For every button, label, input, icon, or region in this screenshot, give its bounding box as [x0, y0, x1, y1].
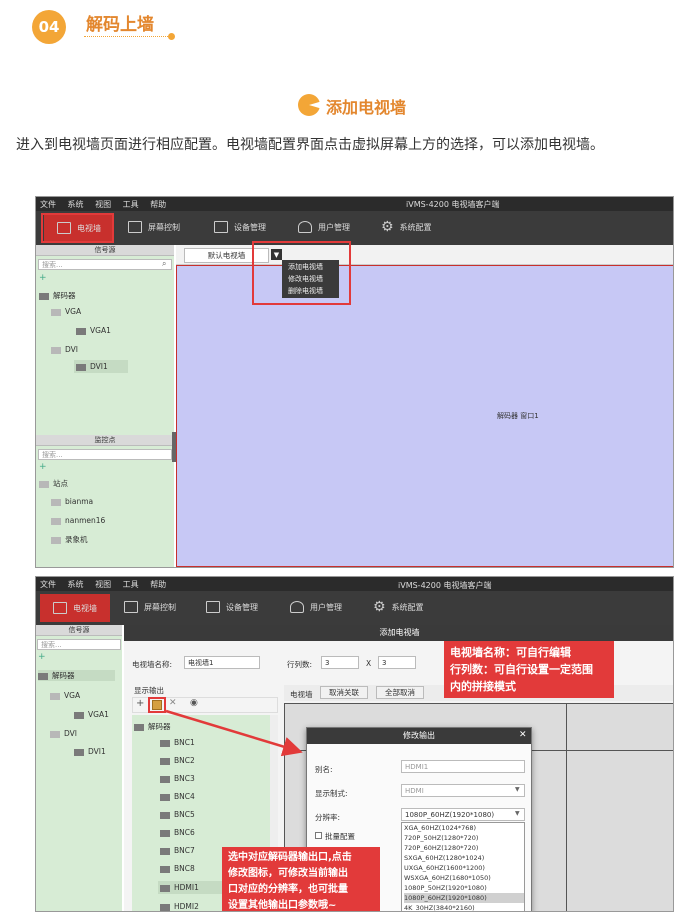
tree-item-bianma[interactable]: bianma	[51, 497, 93, 506]
add-icon[interactable]: +	[39, 462, 47, 472]
screenshot-add-tv-wall: 文件 系统 视图 工具 帮助 iVMS-4200 电视墙客户端 电视墙 屏幕控制…	[35, 576, 674, 912]
tree-label: bianma	[65, 497, 94, 506]
tree-item-dvi[interactable]: DVI	[51, 345, 78, 354]
tree-item-vga1[interactable]: VGA1	[76, 326, 111, 335]
annotation-arrow	[165, 709, 303, 757]
tree-item-recorder[interactable]: 录象机	[51, 534, 88, 545]
folder-icon	[51, 517, 61, 525]
device-icon	[214, 221, 228, 233]
decoder-icon	[39, 292, 49, 300]
output-icon	[76, 363, 86, 371]
menu-help[interactable]: 帮助	[150, 200, 166, 209]
folder-icon	[51, 308, 61, 316]
menu-view[interactable]: 视图	[95, 200, 111, 209]
intro-paragraph: 进入到电视墙页面进行相应配置。电视墙配置界面点击虚拟屏幕上方的选择，可以添加电视…	[16, 137, 604, 153]
toolbar-system-config-label: 系统配置	[399, 222, 432, 232]
tree-label: 解码器	[53, 291, 76, 300]
tree-label: DVI1	[90, 362, 108, 371]
section-underline-dot	[168, 33, 175, 40]
signal-source-panel: 信号源 搜索... ⌕ + 解码器 VGA VGA1 DVI DVI1	[36, 245, 174, 435]
toolbar-device-mgmt[interactable]: 设备管理	[214, 221, 266, 233]
toolbar-user-mgmt-label: 用户管理	[318, 222, 350, 232]
section-underline	[84, 36, 174, 37]
signal-source-title: 信号源	[36, 245, 174, 256]
tree-item-dvi1[interactable]: DVI1	[74, 360, 128, 373]
tree-item-vga[interactable]: VGA	[51, 307, 81, 316]
tree-item-nanmen16[interactable]: nanmen16	[51, 516, 105, 525]
site-icon	[39, 480, 49, 488]
highlight-tv-wall	[41, 213, 114, 243]
menu-file[interactable]: 文件	[40, 200, 56, 209]
search-icon[interactable]: ⌕	[162, 259, 166, 269]
tree-label: VGA1	[90, 326, 111, 335]
screen-window-label: 解码器 窗口1	[497, 412, 539, 420]
toolbar-user-mgmt[interactable]: 用户管理	[298, 221, 350, 233]
tree-item-site[interactable]: 站点	[39, 478, 68, 489]
menu-tools[interactable]: 工具	[123, 200, 139, 209]
folder-icon	[51, 536, 61, 544]
virtual-screen[interactable]	[176, 265, 673, 567]
highlight-dropdown	[252, 241, 351, 305]
folder-icon	[51, 498, 61, 506]
toolbar-screen-control-label: 屏幕控制	[148, 222, 180, 232]
signal-search-input[interactable]: 搜索...	[38, 259, 172, 270]
tree-label: VGA	[65, 307, 82, 316]
output-icon	[76, 327, 86, 335]
add-icon[interactable]: +	[39, 273, 47, 283]
monitor-search-input[interactable]: 搜索...	[38, 449, 172, 460]
grid-icon	[128, 221, 142, 233]
monitor-point-panel: 监控点 搜索... + 站点 bianma nanmen16 录象机	[36, 435, 174, 567]
folder-icon	[51, 346, 61, 354]
user-icon	[298, 221, 312, 233]
window-title: iVMS-4200 电视墙客户端	[406, 200, 500, 209]
toolbar-system-config[interactable]: ⚙ 系统配置	[381, 219, 432, 235]
menu-bar: 文件 系统 视图 工具 帮助	[36, 197, 673, 211]
monitor-point-title: 监控点	[36, 435, 174, 446]
section-number-badge: 04	[32, 10, 66, 44]
tree-label: 站点	[53, 479, 68, 488]
toolbar-screen-control[interactable]: 屏幕控制	[128, 221, 180, 233]
menu-system[interactable]: 系统	[68, 200, 84, 209]
screenshot-tv-wall: 文件 系统 视图 工具 帮助 iVMS-4200 电视墙客户端 电视墙 屏幕控制…	[35, 196, 674, 568]
tree-item-decoder[interactable]: 解码器	[39, 290, 76, 301]
gear-icon: ⚙	[381, 219, 394, 235]
toolbar: 电视墙 屏幕控制 设备管理 用户管理 ⚙ 系统配置	[36, 211, 673, 245]
toolbar-device-mgmt-label: 设备管理	[234, 222, 266, 232]
section-title: 解码上墙	[86, 15, 154, 35]
tree-label: DVI	[65, 345, 78, 354]
tree-label: 录象机	[65, 535, 88, 544]
tree-label: nanmen16	[65, 516, 106, 525]
pacman-icon	[298, 94, 320, 116]
subsection-title: 添加电视墙	[326, 98, 407, 117]
